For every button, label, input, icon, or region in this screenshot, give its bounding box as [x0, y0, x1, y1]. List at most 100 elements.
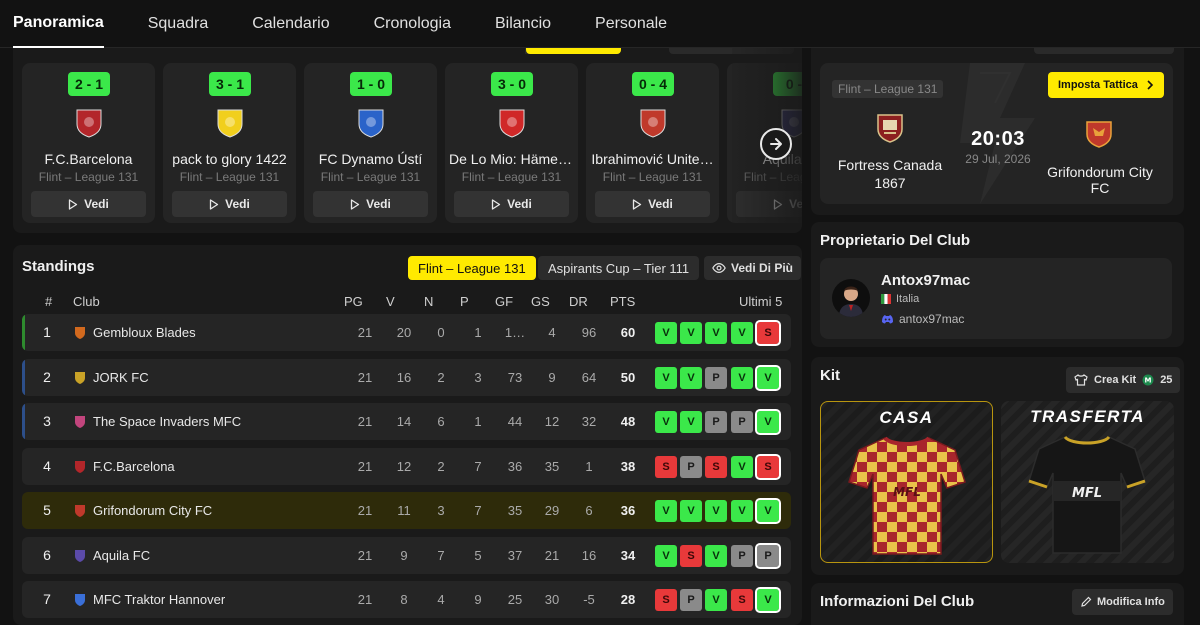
row-position: 4	[43, 457, 51, 474]
club-owner-panel: Proprietario Del Club Antox97mac Italia …	[811, 222, 1184, 347]
match-league: Flint – League 131	[320, 170, 421, 184]
view-match-button[interactable]: Vedi	[736, 191, 802, 217]
col-header-pos: #	[45, 294, 53, 309]
form-result: V	[705, 500, 727, 522]
home-kit-card[interactable]: CASA MFL	[820, 401, 993, 563]
filter-tab-stub[interactable]	[669, 48, 794, 54]
see-more-button[interactable]: Vedi Di Più	[704, 256, 802, 280]
view-match-button[interactable]: Vedi	[172, 191, 287, 217]
owner-country-label: Italia	[896, 293, 920, 305]
col-header-dr: DR	[569, 294, 588, 309]
col-header-v: V	[386, 294, 395, 309]
view-match-label: Vedi	[366, 197, 391, 211]
filter-tab-active-stub[interactable]	[526, 48, 621, 54]
league-filter-chip[interactable]: Flint – League 131	[408, 256, 536, 280]
match-score: 3 - 0	[491, 72, 533, 96]
view-match-button[interactable]: Vedi	[313, 191, 428, 217]
view-match-button[interactable]: Vedi	[595, 191, 710, 217]
team-crest	[640, 109, 666, 138]
team-crest	[217, 109, 243, 138]
credit-icon: M	[1142, 374, 1154, 386]
play-icon	[492, 198, 501, 210]
match-score: 0 -	[773, 72, 802, 96]
club-crest	[75, 594, 85, 606]
col-header-pg: PG	[344, 294, 363, 309]
standings-title: Standings	[22, 258, 95, 275]
row-position-marker	[22, 403, 25, 440]
row-pts: 48	[620, 414, 636, 429]
table-row[interactable]: 1 Gembloux Blades 21 20 0 1 1… 4 96 60 V V V V S	[22, 314, 791, 351]
table-row[interactable]: 4 F.C.Barcelona 21 12 2 7 36 35 1 38 S P S V S	[22, 447, 791, 485]
col-header-gf: GF	[495, 294, 514, 309]
match-card[interactable]: 0 - 4 Ibrahimović Unite… Flint – League 13…	[586, 63, 719, 223]
row-pg: 21	[357, 458, 373, 474]
form-result: V	[705, 589, 727, 611]
form-result: P	[705, 366, 727, 389]
row-pts: 28	[620, 592, 636, 607]
tab-cronologia[interactable]: Cronologia	[374, 0, 451, 48]
owner-name: Antox97mac	[881, 272, 971, 289]
pencil-icon	[1081, 596, 1092, 607]
tab-calendario[interactable]: Calendario	[252, 0, 329, 48]
owner-discord[interactable]: antox97mac	[881, 312, 964, 326]
row-gs: 35	[544, 458, 560, 474]
kickoff-date: 29 Jul, 2026	[965, 152, 1031, 166]
form-result: V	[755, 409, 781, 435]
match-card[interactable]: 2 - 1 F.C.Barcelona Flint – League 131 Vedi	[22, 63, 155, 223]
edit-info-button[interactable]: Modifica Info	[1072, 589, 1173, 615]
form-result: S	[680, 544, 702, 567]
row-position: 6	[43, 546, 51, 563]
form-result: V	[680, 411, 702, 433]
see-more-label: Vedi Di Più	[731, 261, 794, 275]
row-gf: 35	[507, 503, 523, 518]
row-pts: 50	[620, 369, 636, 385]
row-pg: 21	[357, 369, 373, 385]
recent-matches-panel: 2 - 1 F.C.Barcelona Flint – League 131 Vedi…	[13, 48, 802, 233]
owner-card[interactable]: Antox97mac Italia antox97mac	[820, 258, 1172, 339]
team-crest	[358, 109, 384, 138]
match-card[interactable]: 3 - 0 De Lo Mio: Hämee… Flint – League 131…	[445, 63, 578, 223]
tab-squadra[interactable]: Squadra	[148, 0, 209, 48]
table-row[interactable]: 3 The Space Invaders MFC 21 14 6 1 44 12 32 48 V V P…	[22, 403, 791, 440]
owner-discord-label: antox97mac	[899, 312, 965, 326]
match-card[interactable]: 1 - 0 FC Dynamo Ústí Flint – League 131 Ved…	[304, 63, 437, 223]
row-v: 12	[396, 458, 412, 474]
play-icon	[774, 198, 783, 210]
row-club-name: The Space Invaders MFC	[93, 414, 242, 429]
tab-personale[interactable]: Personale	[595, 0, 667, 48]
club-crest	[75, 327, 85, 339]
tab-panoramica[interactable]: Panoramica	[13, 0, 104, 48]
view-match-label: Vedi	[84, 197, 109, 211]
table-row[interactable]: 5 Grifondorum City FC 21 11 3 7 35 29 6 36 V V V V V	[22, 492, 791, 529]
col-header-gs: GS	[531, 294, 550, 309]
view-match-button[interactable]: Vedi	[454, 191, 569, 217]
set-tactic-button[interactable]: Imposta Tattica	[1048, 72, 1164, 98]
view-match-button[interactable]: Vedi	[31, 191, 146, 217]
col-header-form: Ultimi 5	[739, 294, 783, 309]
table-row[interactable]: 2 JORK FC 21 16 2 3 73 9 64 50 V V P V V	[22, 358, 791, 396]
row-dr: 6	[585, 503, 593, 518]
table-row[interactable]: 7 MFC Traktor Hannover 21 8 4 9 25 30 -5 28 S P V S V	[22, 581, 791, 618]
away-team-crest	[1086, 121, 1112, 148]
row-n: 7	[437, 547, 445, 563]
view-match-label: Vedi	[225, 197, 250, 211]
play-icon	[210, 198, 219, 210]
tab-bilancio[interactable]: Bilancio	[495, 0, 551, 48]
table-row[interactable]: 6 Aquila FC 21 9 7 5 37 21 16 34 V S V P P	[22, 536, 791, 574]
row-club-name: Gembloux Blades	[93, 325, 196, 340]
form-result: V	[655, 366, 677, 389]
match-team-name: F.C.Barcelona	[44, 151, 133, 167]
row-gs: 30	[544, 592, 560, 607]
set-tactic-label: Imposta Tattica	[1058, 79, 1138, 91]
create-kit-button[interactable]: Crea Kit M 25	[1066, 367, 1181, 393]
header-button-stub[interactable]	[1034, 48, 1174, 54]
match-score: 0 - 4	[632, 72, 674, 96]
chevron-right-icon	[1147, 80, 1154, 90]
match-card[interactable]: 3 - 1 pack to glory 1422 Flint – League 13…	[163, 63, 296, 223]
away-kit-card[interactable]: TRASFERTA MFL	[1001, 401, 1174, 563]
club-crest	[75, 460, 85, 473]
next-arrow-button[interactable]	[760, 128, 792, 160]
cup-filter-chip[interactable]: Aspirants Cup – Tier 111	[538, 256, 700, 280]
form-result: S	[755, 320, 781, 346]
play-icon	[69, 198, 78, 210]
